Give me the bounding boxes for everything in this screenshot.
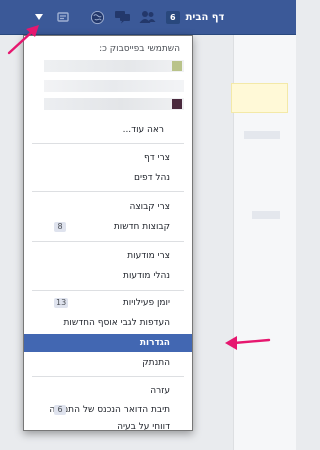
page-avatar — [172, 99, 182, 109]
placeholder-line — [252, 211, 280, 219]
menu-item-label: צרי דף — [144, 153, 170, 163]
placeholder-line — [244, 131, 280, 139]
friend-requests-button[interactable] — [138, 0, 156, 34]
lock-icon — [57, 12, 69, 22]
separator — [32, 376, 184, 377]
home-link[interactable]: 6 דף הבית — [166, 0, 262, 34]
count-badge: 8 — [54, 222, 66, 232]
menu-item-label: נהלי מודעות — [123, 271, 170, 281]
menu-item-label: יומן פעילויות — [122, 298, 170, 308]
menu-item-help[interactable]: עזרה — [24, 383, 192, 399]
menu-item-create-page[interactable]: צרי דף — [24, 150, 192, 166]
menu-item-manage-pages[interactable]: נהל דפים — [24, 170, 192, 186]
menu-item-report-problem[interactable]: דווחי על בעיה — [24, 419, 192, 435]
menu-item-label: נהל דפים — [134, 173, 170, 183]
use-facebook-as-label: השתמשי בפייסבוק כ: — [99, 44, 180, 54]
menu-item-label: התנתק — [142, 358, 170, 368]
count-badge: 13 — [54, 298, 69, 308]
page-avatar — [172, 61, 182, 71]
pixelated-page-entry[interactable] — [44, 98, 184, 110]
privacy-shortcuts-button[interactable] — [54, 0, 72, 34]
messages-button[interactable] — [113, 0, 131, 34]
menu-item-new-groups[interactable]: קבוצות חדשות 8 — [24, 219, 192, 235]
menu-item-label: צרי קבוצה — [129, 202, 170, 212]
separator — [32, 143, 184, 144]
home-label: דף הבית — [185, 11, 225, 23]
menu-item-label: דווחי על בעיה — [117, 422, 170, 432]
menu-item-create-group[interactable]: צרי קבוצה — [24, 199, 192, 215]
separator — [32, 191, 184, 192]
menu-item-log-out[interactable]: התנתק — [24, 355, 192, 371]
count-badge: 6 — [54, 405, 66, 415]
menu-item-manage-ads[interactable]: נהלי מודעות — [24, 268, 192, 284]
menu-item-settings[interactable]: הגדרות — [24, 334, 192, 352]
caret-down-icon — [35, 14, 43, 20]
menu-item-create-ads[interactable]: צרי מודעות — [24, 248, 192, 264]
menu-item-support-inbox[interactable]: תיבת הדואר הנכנס של התמיכה 6 — [24, 402, 192, 418]
notifications-button[interactable] — [88, 0, 106, 34]
menu-item-activity-log[interactable]: יומן פעילויות 13 — [24, 295, 192, 311]
menu-item-news-feed-preferences[interactable]: העדפות לגבי אוסף החדשות — [24, 315, 192, 331]
highlight-box — [231, 83, 288, 113]
separator — [32, 241, 184, 242]
menu-item-label: צרי מודעות — [127, 251, 170, 261]
menu-item-label: הגדרות — [139, 338, 170, 348]
annotation-arrow-icon — [7, 25, 39, 55]
pixelated-page-entry[interactable] — [44, 80, 184, 92]
see-more-link[interactable]: ראה עוד... — [123, 125, 164, 135]
separator — [32, 290, 184, 291]
menu-item-label: תיבת הדואר הנכנס של התמיכה — [49, 405, 170, 415]
menu-item-label: העדפות לגבי אוסף החדשות — [63, 318, 170, 328]
home-count-badge: 6 — [166, 10, 180, 24]
friends-icon — [139, 11, 155, 23]
pixelated-page-entry[interactable] — [44, 60, 184, 72]
account-dropdown-menu: השתמשי בפייסבוק כ: ראה עוד... צרי דף נהל… — [23, 35, 193, 432]
annotation-arrow-icon — [225, 336, 271, 350]
menu-item-label: עזרה — [150, 386, 170, 396]
messages-icon — [114, 11, 130, 24]
globe-icon — [90, 10, 104, 24]
menu-item-label: קבוצות חדשות — [113, 222, 170, 232]
